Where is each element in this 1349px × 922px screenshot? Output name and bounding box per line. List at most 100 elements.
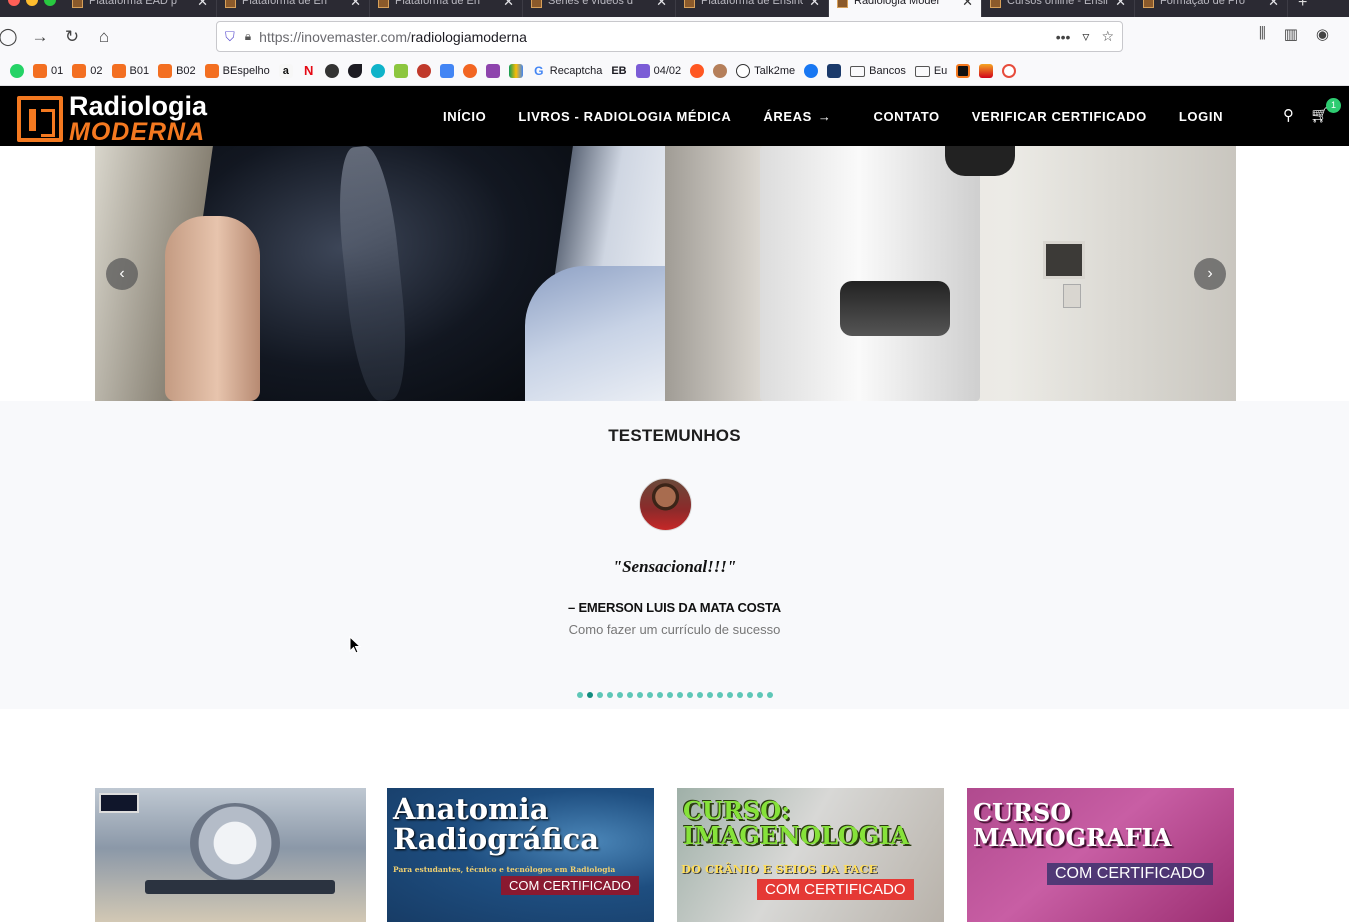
pagination-dot[interactable]	[706, 692, 713, 698]
close-window-button[interactable]	[8, 0, 20, 6]
pagination-dot[interactable]	[736, 692, 743, 698]
pagination-dot[interactable]	[766, 692, 773, 698]
bookmark-01[interactable]: 01	[33, 64, 63, 78]
bookmark-bancos[interactable]: Bancos	[850, 65, 906, 77]
menu-areas[interactable]: ÁREAS →	[763, 109, 831, 124]
browser-tab[interactable]: Formação de Pro ✕	[1135, 0, 1288, 17]
url-text[interactable]: https://inovemaster.com/radiologiamodern…	[259, 29, 1044, 45]
pagination-dot[interactable]	[576, 692, 583, 698]
bookmark-eb[interactable]: EB	[611, 65, 626, 77]
course-card-mamografia[interactable]: CURSO MAMOGRAFIA COM CERTIFICADO	[967, 788, 1234, 922]
bookmark-j[interactable]	[827, 64, 842, 78]
browser-tab[interactable]: Plataforma EAD p ✕	[64, 0, 217, 17]
bookmark-talk2me[interactable]: Talk2me	[736, 64, 795, 78]
tracking-protection-icon[interactable]: ⛉	[225, 29, 235, 45]
sidebar-icon[interactable]: ▥	[1284, 25, 1298, 43]
pagination-dot[interactable]	[616, 692, 623, 698]
bookmark-c[interactable]	[370, 64, 385, 78]
course-card-anatomia[interactable]: Anatomia Radiográfica Para estudantes, té…	[387, 788, 654, 922]
search-icon[interactable]: ⚲	[1283, 106, 1294, 124]
pagination-dot[interactable]	[636, 692, 643, 698]
bookmark-eu[interactable]: Eu	[914, 65, 947, 77]
browser-tab[interactable]: Radiologia Moder ✕	[829, 0, 982, 17]
bookmark-f[interactable]	[462, 64, 477, 78]
lock-icon[interactable]: 🔒︎	[245, 29, 251, 44]
bookmark-d[interactable]	[393, 64, 408, 78]
bookmark-g[interactable]	[485, 64, 500, 78]
bookmark-h[interactable]	[690, 64, 705, 78]
site-logo[interactable]: Radiologia MODERNA	[17, 93, 207, 145]
tab-title: Radiologia Moder	[854, 0, 941, 7]
bookmark-0402[interactable]: 04/02	[635, 64, 681, 78]
tab-close-icon[interactable]: ✕	[1115, 0, 1126, 10]
bookmark-amazon[interactable]: a	[278, 64, 293, 78]
bookmark-i[interactable]	[713, 64, 728, 78]
menu-verificar-certificado[interactable]: VERIFICAR CERTIFICADO	[972, 109, 1147, 124]
course-card-radioterapia[interactable]	[95, 788, 366, 922]
pagination-dot[interactable]	[676, 692, 683, 698]
page-actions-icon[interactable]: •••	[1056, 29, 1071, 45]
bookmark-b01[interactable]: B01	[111, 64, 149, 78]
home-icon[interactable]: ⌂	[88, 21, 120, 53]
pagination-dot[interactable]	[756, 692, 763, 698]
account-icon[interactable]: ◉	[1316, 25, 1329, 43]
new-tab-button[interactable]: +	[1288, 0, 1317, 12]
bookmark-l[interactable]	[979, 64, 994, 78]
bookmark-a[interactable]	[324, 64, 339, 78]
pagination-dot[interactable]	[746, 692, 753, 698]
pagination-dot[interactable]	[606, 692, 613, 698]
bookmark-recaptcha[interactable]: G Recaptcha	[531, 64, 602, 78]
browser-tab[interactable]: Plataforma de En ✕	[217, 0, 370, 17]
pagination-dot[interactable]	[726, 692, 733, 698]
bookmark-facebook[interactable]	[804, 64, 819, 78]
bookmark-e[interactable]	[416, 64, 431, 78]
tab-close-icon[interactable]: ✕	[503, 0, 514, 10]
bookmark-star-icon[interactable]: ☆	[1101, 28, 1114, 45]
tab-close-icon[interactable]: ✕	[962, 0, 973, 10]
pagination-dot[interactable]	[586, 692, 593, 698]
menu-contato[interactable]: CONTATO	[873, 109, 939, 124]
cart-icon[interactable]: 🛒︎ 1	[1310, 98, 1341, 124]
slider-next-button[interactable]: ›	[1194, 258, 1226, 290]
tab-close-icon[interactable]: ✕	[809, 0, 820, 10]
browser-tab[interactable]: Cursos online - Ensin ✕	[982, 0, 1135, 17]
slider-prev-button[interactable]: ‹	[106, 258, 138, 290]
browser-tab[interactable]: Plataforma de En ✕	[370, 0, 523, 17]
tab-close-icon[interactable]: ✕	[656, 0, 667, 10]
address-bar[interactable]: ⛉ 🔒︎ https://inovemaster.com/radiologiam…	[216, 21, 1123, 52]
bookmark-k[interactable]	[956, 64, 971, 78]
pocket-icon[interactable]: ▿	[1082, 28, 1089, 45]
pagination-dot[interactable]	[626, 692, 633, 698]
bookmark-b[interactable]	[347, 64, 362, 78]
zoom-window-button[interactable]	[44, 0, 56, 6]
minimize-window-button[interactable]	[26, 0, 38, 6]
browser-tab[interactable]: Séries e vídeos d ✕	[523, 0, 676, 17]
pagination-dot[interactable]	[686, 692, 693, 698]
library-icon[interactable]: ⫼	[1259, 25, 1266, 43]
pagination-dot[interactable]	[696, 692, 703, 698]
pagination-dot[interactable]	[716, 692, 723, 698]
menu-inicio[interactable]: INÍCIO	[443, 109, 486, 124]
pagination-dot[interactable]	[656, 692, 663, 698]
pagination-dot[interactable]	[596, 692, 603, 698]
menu-login[interactable]: LOGIN	[1179, 109, 1223, 124]
pagination-dot[interactable]	[666, 692, 673, 698]
browser-tab[interactable]: Plataforma de Ensino ✕	[676, 0, 829, 17]
bookmark-bespelho[interactable]: BEspelho	[204, 64, 270, 78]
bookmark-whatsapp[interactable]	[10, 64, 24, 78]
menu-livros[interactable]: LIVROS - RADIOLOGIA MÉDICA	[518, 109, 731, 124]
tab-close-icon[interactable]: ✕	[197, 0, 208, 10]
course-card-imagenologia[interactable]: CURSO: IMAGENOLOGIA DO CRÂNIO E SEIOS DA …	[677, 788, 944, 922]
tab-close-icon[interactable]: ✕	[1268, 0, 1279, 10]
bookmark-b02[interactable]: B02	[158, 64, 196, 78]
reload-icon[interactable]: ↻	[56, 21, 88, 53]
tab-close-icon[interactable]: ✕	[350, 0, 361, 10]
pagination-dot[interactable]	[646, 692, 653, 698]
bookmark-02[interactable]: 02	[72, 64, 103, 78]
bookmark-m[interactable]	[1002, 64, 1017, 78]
bookmark-drive[interactable]	[508, 64, 523, 78]
back-icon[interactable]: ◯	[0, 21, 24, 53]
bookmark-netflix[interactable]: N	[301, 64, 316, 78]
forward-icon[interactable]: →	[24, 21, 56, 53]
bookmark-translate[interactable]	[439, 64, 454, 78]
